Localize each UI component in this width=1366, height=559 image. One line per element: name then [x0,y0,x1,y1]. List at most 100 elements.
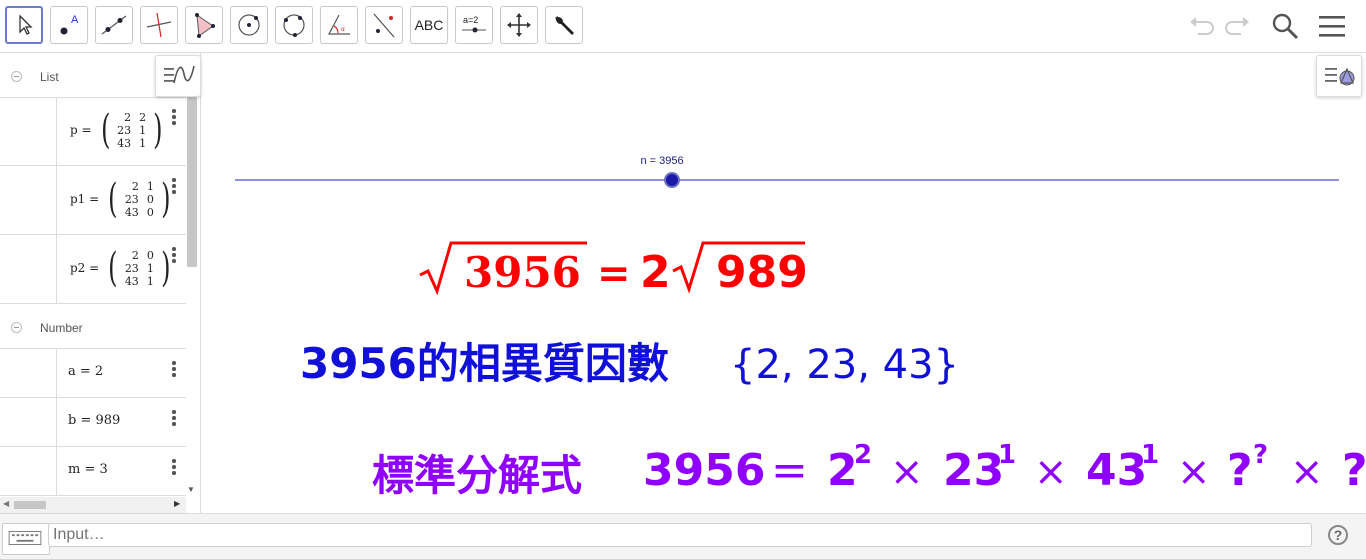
horizontal-scrollbar[interactable]: ◀ ▶ [0,497,186,513]
keyboard-icon [8,531,42,545]
left-paren: ( [108,176,118,222]
style-bar-icon [164,65,195,84]
move-graphics-tool-button[interactable] [500,6,538,44]
algebra-row-p1[interactable]: p1 = ( 21 23 0 43 0 ) [0,166,186,235]
wrench-icon [555,16,574,35]
group-title: List [40,70,59,84]
matrix-name: p1 = [70,192,100,206]
number-value: a = 2 [68,364,104,379]
times-sign: × [1177,449,1211,495]
algebra-row-a[interactable]: a = 2 [0,349,186,398]
visibility-marker[interactable] [0,398,57,446]
more-options-icon[interactable] [172,109,176,127]
text-tool-label: ABC [414,17,444,33]
factor-exponent: 2 [854,440,872,470]
graphics-view[interactable]: n = 3956 3956 = 2 989 3956的相異質因數 {2, 23,… [207,53,1366,513]
input-bar: ? [0,513,1366,559]
radicand: 989 [716,247,808,298]
circle-three-points-icon [283,14,305,37]
angle-icon: α [328,14,350,35]
number-value: m = 3 [68,462,108,477]
collapse-toggle-icon[interactable] [11,322,22,333]
times-sign: × [890,449,924,495]
graphics-canvas: n = 3956 3956 = 2 989 3956的相異質因數 {2, 23,… [235,155,1366,500]
algebra-row-p2[interactable]: p2 = ( 20 23 1 43 1 ) [0,235,186,304]
scroll-left-icon[interactable]: ◀ [3,499,9,508]
keyboard-button[interactable] [2,523,50,555]
algebra-style-bar-button[interactable] [155,55,201,97]
text-tool-button[interactable]: ABC [410,6,448,44]
matrix-name: p2 = [70,261,100,275]
scroll-down-icon[interactable]: ▼ [187,485,195,494]
visibility-marker[interactable] [0,235,57,303]
equals-sign: = [771,445,808,496]
algebra-row-b[interactable]: b = 989 [0,398,186,447]
algebra-row-m[interactable]: m = 3 [0,447,186,496]
distinct-prime-factors-label: 3956的相異質因數 [300,339,669,388]
right-paren: ) [160,245,171,291]
undo-icon [1190,17,1214,35]
more-options-icon[interactable] [172,178,176,196]
vertical-scrollbar[interactable] [187,97,197,267]
algebra-view: List p = ( 22 23 1 43 1 ) p1 = (2 1 23 … [0,53,201,513]
point-tool-button[interactable]: A [50,6,88,44]
algebra-input-field[interactable] [48,523,1312,547]
undo-button[interactable] [1184,10,1218,42]
svg-text:α: α [341,26,345,33]
visibility-marker[interactable] [0,97,57,165]
matrix-table: 20 23 1 43 1 [124,248,154,288]
circle-center-tool-button[interactable] [230,6,268,44]
algebra-row-p[interactable]: p = ( 22 23 1 43 1 ) [0,97,186,166]
factor-exponent: 1 [1141,440,1159,470]
right-paren: ) [160,176,171,222]
more-options-icon[interactable] [172,410,176,428]
angle-tool-button[interactable]: α [320,6,358,44]
search-button[interactable] [1268,10,1302,42]
left-paren: ( [100,107,111,153]
graphics-style-bar-icon [1325,67,1355,86]
times-sign: × [1290,449,1324,495]
redo-button[interactable] [1221,10,1255,42]
scrollbar-thumb[interactable] [14,501,46,509]
factor-base: 23 [943,445,1004,496]
factor-exponent: 1 [998,440,1016,470]
slider-handle[interactable] [664,172,680,188]
algebra-list: List p = ( 22 23 1 43 1 ) p1 = (2 1 23 … [0,53,186,497]
reflect-tool-button[interactable] [365,6,403,44]
reflect-icon [373,13,395,38]
slider-icon: a=2 [462,15,486,33]
graphics-style-bar-button[interactable] [1316,55,1362,97]
help-icon[interactable]: ? [1328,525,1348,545]
matrix-table: 22 23 1 43 1 [117,110,147,150]
slider-tool-button[interactable]: a=2 [455,6,493,44]
right-paren: ) [153,107,163,153]
factorized-number: 3956 [643,445,765,496]
polygon-tool-button[interactable] [185,6,223,44]
group-header-number[interactable]: Number [0,304,186,349]
slider-tool-label: a=2 [463,15,478,25]
visibility-marker[interactable] [0,349,57,397]
collapse-toggle-icon[interactable] [11,71,22,82]
tools-button[interactable] [545,6,583,44]
visibility-marker[interactable] [0,447,57,495]
circle-three-points-tool-button[interactable] [275,6,313,44]
line-tool-button[interactable] [95,6,133,44]
factor-base: ? [1227,445,1253,496]
factor-exponent: ? [1253,440,1268,470]
menu-icon [1319,16,1345,37]
visibility-marker[interactable] [0,166,57,234]
root-simplification-text: 3956 = 2 989 [419,241,808,298]
scroll-right-icon[interactable]: ▶ [174,499,180,508]
main-menu-button[interactable] [1315,10,1349,42]
equals-sign: = [597,251,631,297]
more-options-icon[interactable] [172,361,176,379]
more-options-icon[interactable] [172,459,176,477]
toolbar: A α ABC a=2 [0,0,1366,53]
redo-icon [1225,17,1249,35]
more-options-icon[interactable] [172,247,176,265]
search-icon [1272,13,1299,40]
slider-label: n = 3956 [640,155,683,167]
perpendicular-line-tool-button[interactable] [140,6,178,44]
prime-factor-set: {2, 23, 43} [730,342,959,388]
move-tool-button[interactable] [5,6,43,44]
